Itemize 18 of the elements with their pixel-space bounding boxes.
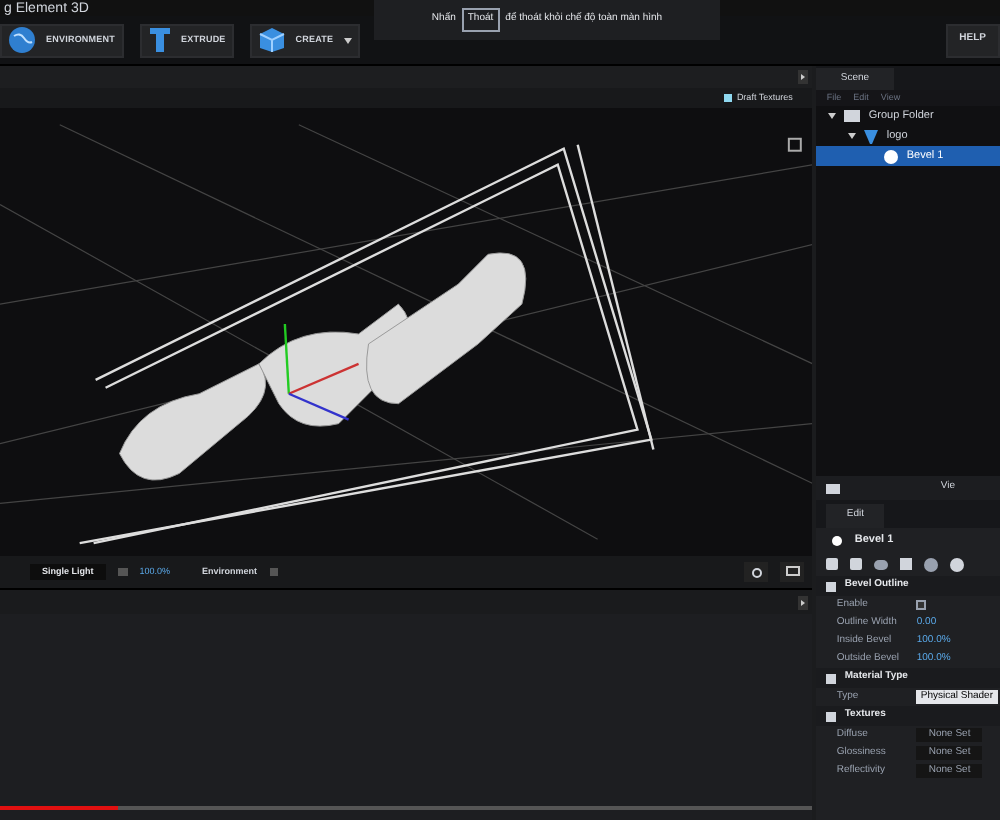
extrude-icon xyxy=(147,26,171,54)
checkbox[interactable] xyxy=(269,568,278,576)
checkbox[interactable] xyxy=(724,94,733,102)
section-icon xyxy=(826,581,837,591)
expand-caret-icon[interactable] xyxy=(848,132,857,140)
expand-caret-icon[interactable] xyxy=(828,112,837,120)
cube-icon xyxy=(257,26,286,54)
checkbox[interactable] xyxy=(916,600,927,610)
display-button[interactable] xyxy=(780,562,805,582)
expand-arrow-icon[interactable] xyxy=(798,595,809,609)
monitor-icon xyxy=(785,566,800,578)
render-button[interactable] xyxy=(744,562,769,582)
folder-icon xyxy=(844,110,861,122)
expand-arrow-icon[interactable] xyxy=(798,70,809,84)
folder-icon[interactable] xyxy=(826,483,841,493)
section-icon xyxy=(826,711,837,721)
section-icon xyxy=(826,673,837,683)
globe-icon xyxy=(8,26,36,54)
